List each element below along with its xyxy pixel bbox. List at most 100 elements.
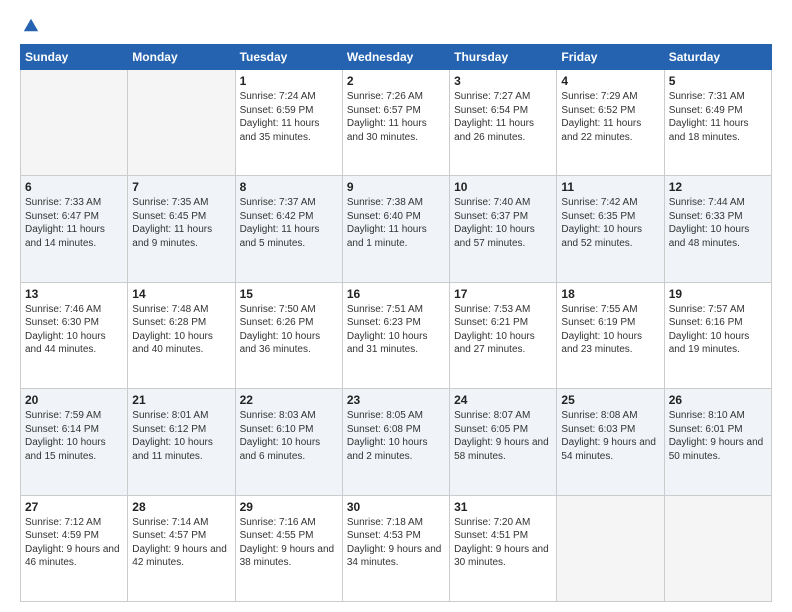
day-info: Sunrise: 7:50 AM Sunset: 6:26 PM Dayligh… <box>240 303 338 357</box>
day-number: 4 <box>561 74 659 88</box>
day-info: Sunrise: 8:07 AM Sunset: 6:05 PM Dayligh… <box>454 409 552 463</box>
day-number: 27 <box>25 500 123 514</box>
day-info: Sunrise: 7:57 AM Sunset: 6:16 PM Dayligh… <box>669 303 767 357</box>
day-number: 29 <box>240 500 338 514</box>
calendar-day-cell: 28 Sunrise: 7:14 AM Sunset: 4:57 PM Dayli… <box>128 495 235 601</box>
calendar-day-cell: 3Sunrise: 7:27 AM Sunset: 6:54 PM Daylig… <box>450 70 557 176</box>
day-info: Sunrise: 7:35 AM Sunset: 6:45 PM Dayligh… <box>132 196 230 250</box>
day-number: 7 <box>132 180 230 194</box>
calendar-day-cell: 19Sunrise: 7:57 AM Sunset: 6:16 PM Dayli… <box>664 282 771 388</box>
calendar-day-cell: 6 Sunrise: 7:33 AM Sunset: 6:47 PM Daylig… <box>21 176 128 282</box>
day-info: Sunrise: 7:38 AM Sunset: 6:40 PM Dayligh… <box>347 196 445 250</box>
calendar-day-cell: 13 Sunrise: 7:46 AM Sunset: 6:30 PM Dayli… <box>21 282 128 388</box>
day-info: Sunrise: 8:01 AM Sunset: 6:12 PM Dayligh… <box>132 409 230 463</box>
calendar-week-row: 13 Sunrise: 7:46 AM Sunset: 6:30 PM Dayli… <box>21 282 772 388</box>
day-number: 9 <box>347 180 445 194</box>
day-number: 31 <box>454 500 552 514</box>
calendar-week-row: 20 Sunrise: 7:59 AM Sunset: 6:14 PM Dayli… <box>21 389 772 495</box>
day-info: Sunrise: 8:10 AM Sunset: 6:01 PM Dayligh… <box>669 409 767 463</box>
calendar-day-cell: 23 Sunrise: 8:05 AM Sunset: 6:08 PM Dayli… <box>342 389 449 495</box>
calendar-header-row: SundayMondayTuesdayWednesdayThursdayFrid… <box>21 45 772 70</box>
day-number: 24 <box>454 393 552 407</box>
calendar-day-cell: 9 Sunrise: 7:38 AM Sunset: 6:40 PM Daylig… <box>342 176 449 282</box>
day-info: Sunrise: 8:03 AM Sunset: 6:10 PM Dayligh… <box>240 409 338 463</box>
day-info: Sunrise: 7:12 AM Sunset: 4:59 PM Dayligh… <box>25 516 123 570</box>
day-number: 2 <box>347 74 445 88</box>
day-number: 26 <box>669 393 767 407</box>
day-info: Sunrise: 7:33 AM Sunset: 6:47 PM Dayligh… <box>25 196 123 250</box>
day-info: Sunrise: 7:20 AM Sunset: 4:51 PM Dayligh… <box>454 516 552 570</box>
day-info: Sunrise: 7:55 AM Sunset: 6:19 PM Dayligh… <box>561 303 659 357</box>
calendar-day-cell: 20 Sunrise: 7:59 AM Sunset: 6:14 PM Dayli… <box>21 389 128 495</box>
logo-icon <box>22 16 40 34</box>
calendar-day-cell: 26 Sunrise: 8:10 AM Sunset: 6:01 PM Dayli… <box>664 389 771 495</box>
weekday-header: Monday <box>128 45 235 70</box>
calendar-day-cell: 18Sunrise: 7:55 AM Sunset: 6:19 PM Dayli… <box>557 282 664 388</box>
day-number: 13 <box>25 287 123 301</box>
calendar-day-cell: 30 Sunrise: 7:18 AM Sunset: 4:53 PM Dayli… <box>342 495 449 601</box>
day-info: Sunrise: 7:46 AM Sunset: 6:30 PM Dayligh… <box>25 303 123 357</box>
calendar-day-cell <box>664 495 771 601</box>
weekday-header: Friday <box>557 45 664 70</box>
weekday-header: Sunday <box>21 45 128 70</box>
day-number: 20 <box>25 393 123 407</box>
calendar-week-row: 27 Sunrise: 7:12 AM Sunset: 4:59 PM Dayli… <box>21 495 772 601</box>
calendar-day-cell <box>21 70 128 176</box>
calendar-day-cell: 1 Sunrise: 7:24 AM Sunset: 6:59 PM Daylig… <box>235 70 342 176</box>
day-number: 30 <box>347 500 445 514</box>
calendar-day-cell: 27 Sunrise: 7:12 AM Sunset: 4:59 PM Dayli… <box>21 495 128 601</box>
day-info: Sunrise: 7:24 AM Sunset: 6:59 PM Dayligh… <box>240 90 338 144</box>
header <box>20 16 772 34</box>
calendar-day-cell: 15 Sunrise: 7:50 AM Sunset: 6:26 PM Dayli… <box>235 282 342 388</box>
weekday-header: Wednesday <box>342 45 449 70</box>
calendar-day-cell: 25Sunrise: 8:08 AM Sunset: 6:03 PM Dayli… <box>557 389 664 495</box>
day-number: 5 <box>669 74 767 88</box>
day-number: 3 <box>454 74 552 88</box>
calendar-week-row: 6 Sunrise: 7:33 AM Sunset: 6:47 PM Daylig… <box>21 176 772 282</box>
day-info: Sunrise: 7:37 AM Sunset: 6:42 PM Dayligh… <box>240 196 338 250</box>
day-info: Sunrise: 7:48 AM Sunset: 6:28 PM Dayligh… <box>132 303 230 357</box>
day-info: Sunrise: 7:44 AM Sunset: 6:33 PM Dayligh… <box>669 196 767 250</box>
calendar-day-cell: 29 Sunrise: 7:16 AM Sunset: 4:55 PM Dayli… <box>235 495 342 601</box>
day-number: 11 <box>561 180 659 194</box>
logo <box>20 16 40 34</box>
day-info: Sunrise: 7:53 AM Sunset: 6:21 PM Dayligh… <box>454 303 552 357</box>
day-number: 25 <box>561 393 659 407</box>
calendar-day-cell: 12 Sunrise: 7:44 AM Sunset: 6:33 PM Dayli… <box>664 176 771 282</box>
day-number: 15 <box>240 287 338 301</box>
day-info: Sunrise: 7:59 AM Sunset: 6:14 PM Dayligh… <box>25 409 123 463</box>
day-info: Sunrise: 7:16 AM Sunset: 4:55 PM Dayligh… <box>240 516 338 570</box>
day-number: 12 <box>669 180 767 194</box>
day-number: 22 <box>240 393 338 407</box>
calendar-day-cell: 21 Sunrise: 8:01 AM Sunset: 6:12 PM Dayli… <box>128 389 235 495</box>
day-info: Sunrise: 8:05 AM Sunset: 6:08 PM Dayligh… <box>347 409 445 463</box>
weekday-header: Thursday <box>450 45 557 70</box>
day-info: Sunrise: 7:18 AM Sunset: 4:53 PM Dayligh… <box>347 516 445 570</box>
day-info: Sunrise: 7:31 AM Sunset: 6:49 PM Dayligh… <box>669 90 767 144</box>
calendar-week-row: 1 Sunrise: 7:24 AM Sunset: 6:59 PM Daylig… <box>21 70 772 176</box>
day-info: Sunrise: 7:29 AM Sunset: 6:52 PM Dayligh… <box>561 90 659 144</box>
day-number: 17 <box>454 287 552 301</box>
day-info: Sunrise: 7:42 AM Sunset: 6:35 PM Dayligh… <box>561 196 659 250</box>
day-info: Sunrise: 7:26 AM Sunset: 6:57 PM Dayligh… <box>347 90 445 144</box>
calendar-day-cell: 31 Sunrise: 7:20 AM Sunset: 4:51 PM Dayli… <box>450 495 557 601</box>
day-number: 1 <box>240 74 338 88</box>
day-info: Sunrise: 7:14 AM Sunset: 4:57 PM Dayligh… <box>132 516 230 570</box>
day-number: 23 <box>347 393 445 407</box>
calendar-day-cell: 5 Sunrise: 7:31 AM Sunset: 6:49 PM Daylig… <box>664 70 771 176</box>
day-number: 6 <box>25 180 123 194</box>
weekday-header: Tuesday <box>235 45 342 70</box>
day-number: 8 <box>240 180 338 194</box>
calendar-day-cell: 24 Sunrise: 8:07 AM Sunset: 6:05 PM Dayli… <box>450 389 557 495</box>
day-number: 21 <box>132 393 230 407</box>
calendar-day-cell: 7 Sunrise: 7:35 AM Sunset: 6:45 PM Daylig… <box>128 176 235 282</box>
day-number: 28 <box>132 500 230 514</box>
calendar-day-cell <box>557 495 664 601</box>
calendar-day-cell <box>128 70 235 176</box>
weekday-header: Saturday <box>664 45 771 70</box>
calendar-day-cell: 4 Sunrise: 7:29 AM Sunset: 6:52 PM Daylig… <box>557 70 664 176</box>
day-number: 10 <box>454 180 552 194</box>
day-number: 16 <box>347 287 445 301</box>
calendar-day-cell: 10Sunrise: 7:40 AM Sunset: 6:37 PM Dayli… <box>450 176 557 282</box>
calendar-day-cell: 16Sunrise: 7:51 AM Sunset: 6:23 PM Dayli… <box>342 282 449 388</box>
